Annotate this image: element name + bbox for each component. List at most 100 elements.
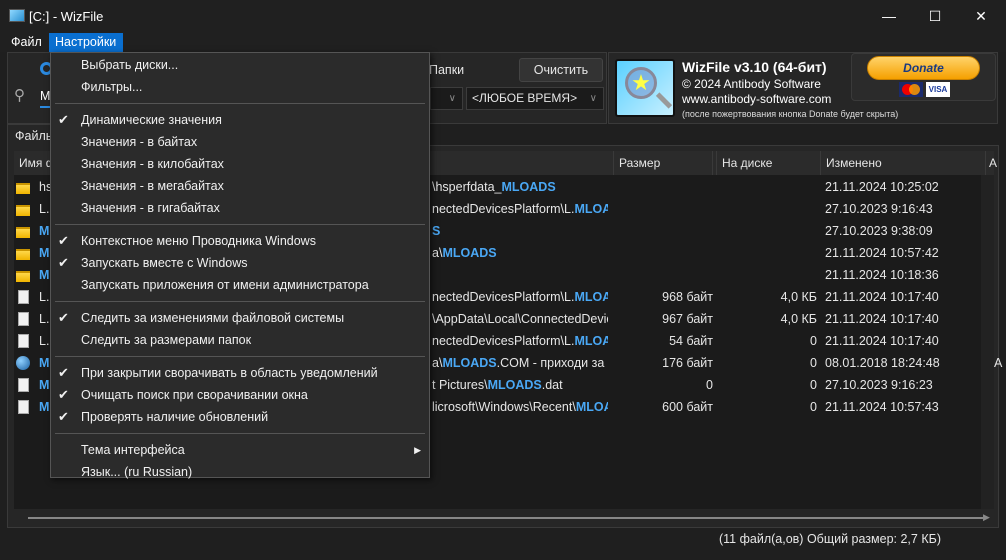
visa-icon: VISA xyxy=(926,82,950,97)
menu-item-label: Проверять наличие обновлений xyxy=(81,410,269,424)
donate-button[interactable]: Donate xyxy=(867,56,980,80)
time-filter-dropdown[interactable]: <ЛЮБОЕ ВРЕМЯ> ∨ xyxy=(466,87,604,110)
menu-item[interactable]: Значения - в байтах xyxy=(51,131,429,153)
menu-item[interactable]: ✔ Запускать вместе с Windows xyxy=(51,252,429,274)
minimize-button[interactable]: — xyxy=(866,0,912,32)
checkmark-icon: ✔ xyxy=(58,310,69,325)
column-modified[interactable]: Изменено xyxy=(821,151,986,175)
menu-item-label: Следить за изменениями файловой системы xyxy=(81,311,345,325)
menu-item[interactable]: Язык... (ru Russian) xyxy=(51,461,429,483)
menu-item-label: Запускать вместе с Windows xyxy=(81,256,248,270)
path-match: MLOADS xyxy=(442,356,497,370)
menu-item[interactable]: Выбрать диски... xyxy=(51,54,429,76)
menu-separator xyxy=(55,433,425,434)
menu-item[interactable]: Значения - в мегабайтах xyxy=(51,175,429,197)
menu-item[interactable]: ✔ При закрытии сворачивать в область увед… xyxy=(51,362,429,384)
file-path: nectedDevicesPlatform\L.MLOADS xyxy=(432,286,608,308)
file-icon xyxy=(18,290,29,304)
menu-item-label: Значения - в килобайтах xyxy=(81,157,224,171)
wizfile-logo: ★ xyxy=(615,59,675,117)
chevron-down-icon: ∨ xyxy=(448,93,456,104)
scroll-right-icon[interactable]: ▶ xyxy=(983,512,990,523)
file-size: 0 xyxy=(706,378,713,392)
file-on-disk: 0 xyxy=(810,378,817,392)
file-modified: 08.01.2018 18:24:48 xyxy=(825,356,940,370)
menu-item[interactable]: Значения - в килобайтах xyxy=(51,153,429,175)
file-path: \AppData\Local\ConnectedDevic xyxy=(432,308,608,330)
file-size: 968 байт xyxy=(662,290,713,304)
file-on-disk: 0 xyxy=(810,356,817,370)
website-link[interactable]: www.antibody-software.com xyxy=(682,92,831,106)
path-match: MLOADS xyxy=(574,202,608,216)
menu-separator xyxy=(55,356,425,357)
menu-item-label: Значения - в байтах xyxy=(81,135,198,149)
file-modified: 27.10.2023 9:16:23 xyxy=(825,378,933,392)
file-path: nectedDevicesPlatform\L.MLOADS xyxy=(432,330,608,352)
donate-note: (после пожертвования кнопка Donate будет… xyxy=(682,109,899,119)
path-text: a\ xyxy=(432,246,443,260)
menu-item[interactable]: Следить за размерами папок xyxy=(51,329,429,351)
folder-icon xyxy=(16,249,30,260)
path-match: MLOADS xyxy=(442,246,497,260)
menu-item[interactable]: Фильтры... xyxy=(51,76,429,98)
menu-item[interactable]: ✔ Проверять наличие обновлений xyxy=(51,406,429,428)
menu-separator xyxy=(55,224,425,225)
app-name: WizFile v3.10 (64-бит) xyxy=(682,59,827,75)
horizontal-scroll-thumb[interactable] xyxy=(28,517,983,519)
path-match: MLOADS xyxy=(574,334,608,348)
menu-item[interactable]: ✔ Следить за изменениями файловой системы xyxy=(51,307,429,329)
file-path: S xyxy=(432,220,608,242)
file-size: 176 байт xyxy=(662,356,713,370)
checkmark-icon: ✔ xyxy=(58,255,69,270)
checkmark-icon: ✔ xyxy=(58,233,69,248)
column-on-disk[interactable]: На диске xyxy=(717,151,821,175)
menu-separator xyxy=(55,103,425,104)
menu-item[interactable]: Тема интерфейса ▶ xyxy=(51,439,429,461)
file-on-disk: 0 xyxy=(810,400,817,414)
column-size[interactable]: Размер xyxy=(613,151,717,175)
menu-item[interactable]: ✔ Динамические значения xyxy=(51,109,429,131)
file-path: a\MLOADS xyxy=(432,242,608,264)
file-modified: 21.11.2024 10:25:02 xyxy=(825,180,939,194)
menu-item-label: Значения - в гигабайтах xyxy=(81,201,220,215)
path-match: MLOADS xyxy=(487,378,542,392)
column-attr[interactable]: А xyxy=(984,151,1004,175)
menu-item[interactable]: ✔ Очищать поиск при сворачивании окна xyxy=(51,384,429,406)
title-bar xyxy=(0,0,1006,32)
file-modified: 21.11.2024 10:17:40 xyxy=(825,334,939,348)
file-modified: 21.11.2024 10:57:43 xyxy=(825,400,939,414)
path-text: licrosoft\Windows\Recent\ xyxy=(432,400,576,414)
file-path: a\MLOADS.COM - приходи за сс xyxy=(432,352,608,374)
menu-item-label: Тема интерфейса xyxy=(81,443,185,457)
file-path: \hsperfdata_MLOADS xyxy=(432,176,608,198)
menu-settings[interactable]: Настройки xyxy=(49,33,123,52)
file-modified: 21.11.2024 10:17:40 xyxy=(825,290,939,304)
path-text: nectedDevicesPlatform\L. xyxy=(432,290,575,304)
menu-item[interactable]: Значения - в гигабайтах xyxy=(51,197,429,219)
shortcut-icon xyxy=(18,400,29,414)
file-modified: 21.11.2024 10:18:36 xyxy=(825,268,939,282)
menu-item-label: Очищать поиск при сворачивании окна xyxy=(81,388,308,402)
copyright: © 2024 Antibody Software xyxy=(682,77,821,91)
clear-button[interactable]: Очистить xyxy=(519,58,603,82)
file-path: licrosoft\Windows\Recent\MLOA xyxy=(432,396,608,418)
path-text: .dat xyxy=(541,378,563,392)
file-size: 600 байт xyxy=(662,400,713,414)
checkmark-icon: ✔ xyxy=(58,112,69,127)
menu-item-label: Динамические значения xyxy=(81,113,222,127)
menu-item-label: Фильтры... xyxy=(81,80,143,94)
menu-file[interactable]: Файл xyxy=(5,33,48,52)
search-icon: ⚲ xyxy=(14,87,25,104)
menu-item[interactable]: Запускать приложения от имени администра… xyxy=(51,274,429,296)
chevron-down-icon: ∨ xyxy=(589,93,597,104)
menu-item[interactable]: ✔ Контекстное меню Проводника Windows xyxy=(51,230,429,252)
folder-icon xyxy=(16,227,30,238)
folders-label[interactable]: Папки xyxy=(429,63,464,77)
maximize-button[interactable]: ☐ xyxy=(912,0,958,32)
vertical-scrollbar[interactable] xyxy=(981,175,994,509)
path-match: MLOA xyxy=(575,400,608,414)
size-filter-dropdown[interactable]: ∨ xyxy=(430,87,463,110)
close-button[interactable]: ✕ xyxy=(958,0,1004,32)
checkmark-icon: ✔ xyxy=(58,409,69,424)
app-icon xyxy=(9,9,25,22)
